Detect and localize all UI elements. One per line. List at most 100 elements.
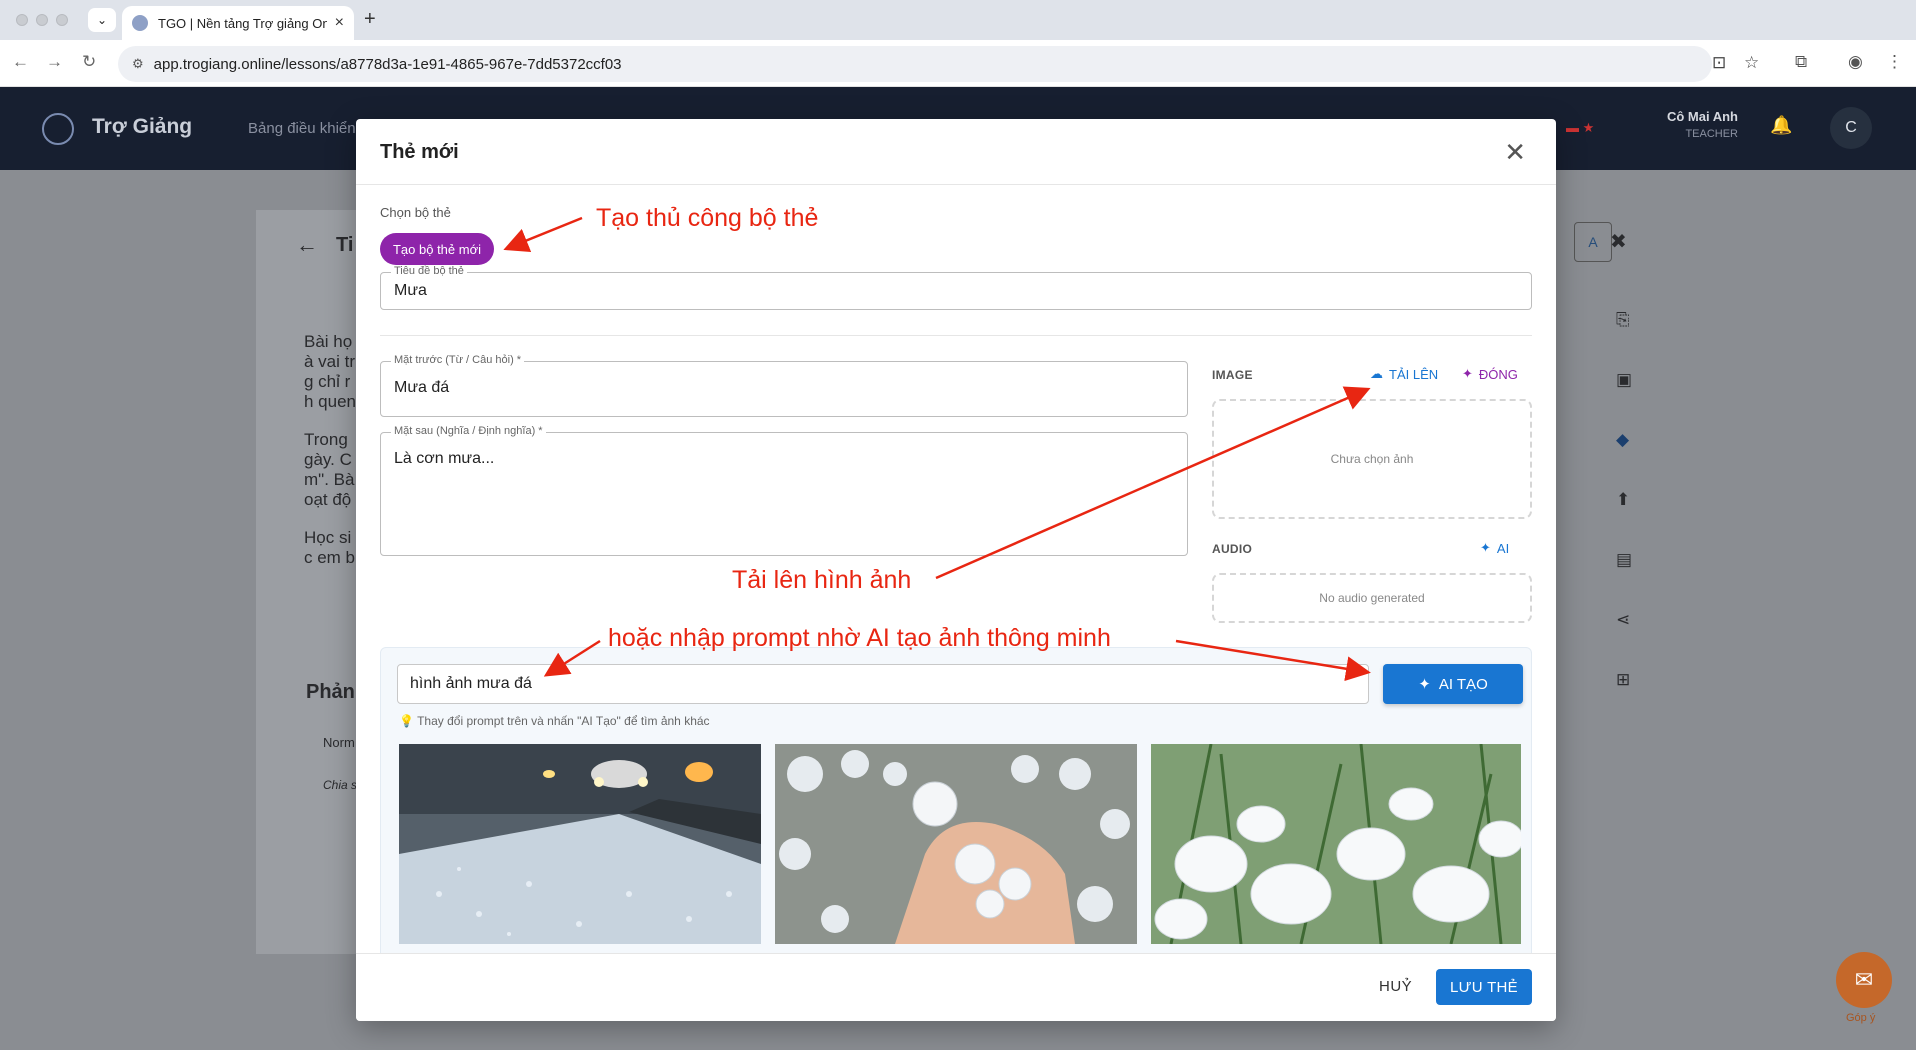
ai-generate-button[interactable]: ✦ AI TẠO <box>1383 664 1523 704</box>
cloud-upload-icon: ☁ <box>1370 366 1383 381</box>
new-deck-chip[interactable]: Tạo bộ thẻ mới <box>380 233 494 265</box>
audio-ai-button[interactable]: ✦ AI <box>1480 540 1509 556</box>
user-name: Cô Mai Anh <box>1666 109 1738 124</box>
para-line: Trong <box>304 430 348 449</box>
window-close-dot[interactable] <box>16 14 28 26</box>
browser-tab[interactable]: TGO | Nền tảng Trợ giảng Onl × <box>122 6 354 40</box>
flashcard-icon[interactable]: ◆ <box>1616 430 1629 450</box>
new-tab-icon[interactable]: + <box>364 8 376 31</box>
dialog-header: Thẻ mới ✕ <box>356 119 1556 185</box>
audio-heading: AUDIO <box>1212 542 1253 556</box>
ai-image-3[interactable] <box>1151 744 1521 944</box>
ai-hint-text: Thay đổi prompt trên và nhấn "AI Tạo" để… <box>417 714 710 728</box>
favicon-icon <box>132 15 148 31</box>
para-3: Học si c em b <box>304 528 355 568</box>
ai-hint: 💡 Thay đổi prompt trên và nhấn "AI Tạo" … <box>399 714 710 728</box>
address-bar[interactable]: ⚙ app.trogiang.online/lessons/a8778d3a-1… <box>118 46 1759 82</box>
ai-image-2[interactable] <box>775 744 1137 944</box>
back-arrow-icon-bg: ← <box>296 232 318 257</box>
annotation-upload: Tải lên hình ảnh <box>732 566 912 594</box>
hail-grass-image <box>1151 744 1521 944</box>
tab-close-icon[interactable]: × <box>335 14 344 32</box>
note-add-icon[interactable]: ▣ <box>1616 370 1632 390</box>
dialog-title: Thẻ mới <box>380 141 459 163</box>
no-image-text: Chưa chọn ảnh <box>1330 452 1414 466</box>
image-dropzone[interactable]: Chưa chọn ảnh <box>1212 399 1532 519</box>
lightbulb-icon: 💡 <box>399 714 414 728</box>
new-card-dialog: Thẻ mới ✕ Chọn bộ thẻ Tạo bộ thẻ mới Tiê… <box>356 119 1556 1021</box>
upload-box-icon[interactable]: ⬆ <box>1616 490 1630 510</box>
close-ai-button[interactable]: ✦ ĐÓNG <box>1462 366 1518 382</box>
window-minimize-dot[interactable] <box>36 14 48 26</box>
table-cell: Chia s <box>323 778 358 792</box>
user-info[interactable]: Cô Mai Anh TEACHER <box>1658 109 1738 140</box>
feedback-label: Góp ý <box>1846 1012 1876 1024</box>
install-app-icon[interactable]: ⊡ <box>1712 53 1726 73</box>
tab-list-button[interactable]: ⌄ <box>88 8 116 32</box>
user-role: TEACHER <box>1685 128 1738 140</box>
deck-select-label: Chọn bộ thẻ <box>380 205 451 220</box>
front-field[interactable]: Mặt trước (Từ / Câu hỏi) * Mưa đá <box>380 354 1188 417</box>
upload-label: TẢI LÊN <box>1389 366 1439 382</box>
audio-ai-label: AI <box>1496 540 1510 556</box>
back-label: Mặt sau (Nghĩa / Định nghĩa) * <box>391 425 546 437</box>
back-field[interactable]: Mặt sau (Nghĩa / Định nghĩa) * Là cơn mư… <box>380 425 1188 556</box>
divider <box>380 335 1532 336</box>
forward-arrow-icon[interactable]: → <box>46 52 63 72</box>
ai-generate-label: AI TẠO <box>1438 675 1488 693</box>
para-line: oạt độ <box>304 490 352 509</box>
deck-title-label: Tiêu đề bộ thẻ <box>391 265 467 277</box>
para-line: Học si <box>304 528 352 547</box>
nav-dashboard[interactable]: Bảng điều khiển <box>248 120 356 137</box>
browser-menu-icon[interactable]: ⋮ <box>1886 52 1903 72</box>
ai-prompt-value: hình ảnh mưa đá <box>410 675 532 692</box>
brand-logo-icon <box>42 113 74 145</box>
gamepad-icon[interactable]: ⊞ <box>1616 670 1630 690</box>
deck-title-field[interactable]: Tiêu đề bộ thẻ Mưa <box>380 265 1532 310</box>
bg-action-button[interactable]: A <box>1574 222 1612 262</box>
para-line: gày. C <box>304 450 352 469</box>
browser-toolbar: ← → ↻ ⚙ app.trogiang.online/lessons/a877… <box>0 40 1916 87</box>
ai-image-1[interactable] <box>399 744 761 944</box>
lesson-title: Ti <box>336 234 354 256</box>
sparkle-icon: ✦ <box>1480 540 1491 555</box>
language-flags-icon[interactable]: ▬ ★ <box>1566 120 1594 136</box>
back-arrow-icon[interactable]: ← <box>12 52 29 72</box>
hail-hand-image <box>775 744 1137 944</box>
close-icon[interactable]: ✕ <box>1504 137 1526 168</box>
para-2: Trong gày. C m". Bà oạt độ <box>304 430 354 510</box>
feedback-button[interactable]: ✉ <box>1836 952 1892 1008</box>
upload-button[interactable]: ☁ TẢI LÊN <box>1370 366 1438 382</box>
site-info-icon[interactable]: ⚙ <box>132 56 144 72</box>
annotation-ai-prompt: hoặc nhập prompt nhờ AI tạo ảnh thông mi… <box>608 624 1111 652</box>
tools-icon[interactable]: ✖ <box>1610 232 1627 252</box>
browser-tab-bar: ⌄ TGO | Nền tảng Trợ giảng Onl × + <box>0 0 1916 40</box>
extensions-icon[interactable]: ⧉ <box>1795 52 1807 72</box>
reload-icon[interactable]: ↻ <box>82 52 96 72</box>
ai-prompt-input[interactable]: hình ảnh mưa đá <box>397 664 1369 704</box>
para-1: Bài họ à vai tr g chỉ r h quen <box>304 332 356 412</box>
clipboard-icon[interactable]: ▤ <box>1616 550 1632 570</box>
share-icon[interactable]: ⋖ <box>1616 610 1630 630</box>
audio-box: No audio generated <box>1212 573 1532 623</box>
avatar[interactable]: C <box>1830 107 1872 149</box>
tab-title: TGO | Nền tảng Trợ giảng Onl <box>158 15 327 31</box>
bell-icon[interactable]: 🔔 <box>1770 115 1792 137</box>
bookmark-star-icon[interactable]: ☆ <box>1744 53 1759 73</box>
table-header: Norm <box>323 735 355 750</box>
image-heading: IMAGE <box>1212 368 1253 382</box>
save-card-button[interactable]: LƯU THẺ <box>1436 969 1532 1005</box>
para-line: c em b <box>304 548 356 567</box>
para-line: Bài họ <box>304 332 353 351</box>
cancel-button[interactable]: HUỶ <box>1379 978 1412 995</box>
url-text: app.trogiang.online/lessons/a8778d3a-1e9… <box>153 55 622 73</box>
dialog-footer: HUỶ LƯU THẺ <box>356 953 1556 1021</box>
brand-name: Trợ Giảng <box>92 115 193 138</box>
attach-icon[interactable]: ⎘ <box>1616 310 1630 330</box>
chevron-down-icon: ⌄ <box>96 13 108 27</box>
sparkle-icon: ✦ <box>1418 676 1431 693</box>
front-label: Mặt trước (Từ / Câu hỏi) * <box>391 354 525 366</box>
window-zoom-dot[interactable] <box>56 14 68 26</box>
para-line: m". Bà <box>304 470 355 489</box>
profile-icon[interactable]: ◉ <box>1848 52 1863 72</box>
